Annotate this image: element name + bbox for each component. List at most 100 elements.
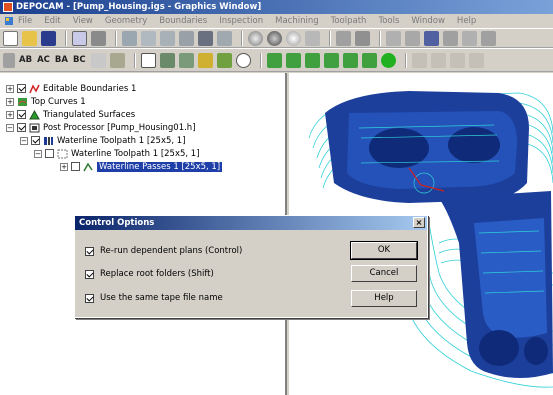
menu-window[interactable]: Window xyxy=(411,16,445,26)
main-toolbar xyxy=(0,28,553,48)
collapse-icon[interactable]: − xyxy=(20,136,28,145)
menu-boundaries[interactable]: Boundaries xyxy=(159,16,207,26)
print-icon[interactable] xyxy=(91,30,106,46)
wall-tool-icon[interactable] xyxy=(141,30,156,46)
pass-2-icon[interactable] xyxy=(285,52,301,68)
expand-icon[interactable]: + xyxy=(6,84,14,93)
menu-file[interactable]: File xyxy=(18,16,32,26)
visibility-checkbox[interactable] xyxy=(17,110,26,119)
close-icon[interactable]: × xyxy=(413,217,425,228)
new-file-icon[interactable] xyxy=(3,30,18,46)
option-rerun-dependent[interactable]: Re-run dependent plans (Control) xyxy=(85,246,242,256)
pass-3-icon[interactable] xyxy=(304,52,320,68)
stack-tool-icon[interactable] xyxy=(217,30,232,46)
curves-icon xyxy=(18,97,27,106)
ruler-icon[interactable] xyxy=(305,30,320,46)
tree-item-top-curves[interactable]: + Top Curves 1 xyxy=(6,95,86,108)
collapse-icon[interactable]: − xyxy=(6,123,14,132)
corner-tool-icon[interactable] xyxy=(160,30,175,46)
sphere-gray-icon[interactable] xyxy=(248,30,263,46)
menu-view[interactable]: View xyxy=(73,16,93,26)
sort-icon[interactable] xyxy=(3,52,15,68)
pass-5-icon[interactable] xyxy=(342,52,358,68)
menu-tools[interactable]: Tools xyxy=(378,16,399,26)
view-side-icon[interactable] xyxy=(443,30,458,46)
toolpath-icon xyxy=(44,136,53,145)
wand-icon[interactable] xyxy=(109,52,125,68)
visibility-checkbox[interactable] xyxy=(31,136,40,145)
view-grid-icon[interactable] xyxy=(386,30,401,46)
view-iso-icon[interactable] xyxy=(424,30,439,46)
option-replace-root[interactable]: Replace root folders (Shift) xyxy=(85,269,214,279)
tree-item-waterline-toolpath[interactable]: − Waterline Toolpath 1 [25x5, 1] xyxy=(20,134,186,147)
option-label: Re-run dependent plans (Control) xyxy=(100,246,243,256)
tree-item-triangulated-surfaces[interactable]: + Triangulated Surfaces xyxy=(6,108,135,121)
ac-button[interactable]: AC xyxy=(37,55,50,65)
boundary-icon xyxy=(29,83,40,93)
gem-icon[interactable] xyxy=(380,52,396,68)
post-icon[interactable] xyxy=(336,30,351,46)
expand-icon[interactable]: + xyxy=(60,162,68,171)
menu-bar: File Edit View Geometry Boundaries Inspe… xyxy=(0,14,553,28)
ok-button[interactable]: OK xyxy=(350,241,418,260)
visibility-checkbox[interactable] xyxy=(71,162,80,171)
help-button[interactable]: Help xyxy=(351,290,417,307)
window-icon[interactable] xyxy=(140,52,156,68)
sphere-light-icon[interactable] xyxy=(286,30,301,46)
toolpath-b-icon[interactable] xyxy=(178,52,194,68)
menu-edit[interactable]: Edit xyxy=(44,16,60,26)
ab-button[interactable]: AB xyxy=(19,55,32,65)
pass-1-icon[interactable] xyxy=(266,52,282,68)
tree-item-waterline-passes[interactable]: + Waterline Passes 1 [25x5, 1] xyxy=(60,160,223,173)
window-title: DEPOCAM - [Pump_Housing.igs - Graphics W… xyxy=(16,2,262,12)
dialog-title-bar: Control Options × xyxy=(75,216,427,230)
pass-6-icon[interactable] xyxy=(361,52,377,68)
sphere-dark-icon[interactable] xyxy=(267,30,282,46)
visibility-checkbox[interactable] xyxy=(17,84,26,93)
open-folder-icon[interactable] xyxy=(22,30,37,46)
tree-item-post-processor[interactable]: − Post Processor [Pump_Housing01.h] xyxy=(6,121,196,134)
view-top-icon[interactable] xyxy=(462,30,477,46)
option-same-tape[interactable]: Use the same tape file name xyxy=(85,293,223,303)
disabled-a-icon[interactable] xyxy=(411,52,427,68)
pen-icon[interactable] xyxy=(355,30,370,46)
toolpath-d-icon[interactable] xyxy=(216,52,232,68)
disabled-d-icon[interactable] xyxy=(468,52,484,68)
visibility-checkbox[interactable] xyxy=(17,123,26,132)
expand-icon[interactable]: + xyxy=(6,110,14,119)
pass-4-icon[interactable] xyxy=(323,52,339,68)
menu-toolpath[interactable]: Toolpath xyxy=(331,16,367,26)
replace-root-checkbox[interactable] xyxy=(85,269,94,279)
option-label: Use the same tape file name xyxy=(100,293,223,303)
menu-inspection[interactable]: Inspection xyxy=(219,16,263,26)
visibility-checkbox[interactable] xyxy=(45,149,54,158)
tree-item-editable-boundaries[interactable]: + Editable Boundaries 1 xyxy=(6,82,136,95)
toolpath-c-icon[interactable] xyxy=(197,52,213,68)
disabled-c-icon[interactable] xyxy=(449,52,465,68)
step-tool-icon[interactable] xyxy=(179,30,194,46)
cancel-button[interactable]: Cancel xyxy=(351,265,417,282)
copy-icon[interactable] xyxy=(72,30,87,46)
disabled-b-icon[interactable] xyxy=(430,52,446,68)
ba-button[interactable]: BA xyxy=(55,55,68,65)
toolpath-a-icon[interactable] xyxy=(159,52,175,68)
bc-button[interactable]: BC xyxy=(73,55,86,65)
circle-icon[interactable] xyxy=(235,52,251,68)
view-front-icon[interactable] xyxy=(481,30,496,46)
collapse-icon[interactable]: − xyxy=(34,149,42,158)
save-icon[interactable] xyxy=(41,30,56,46)
menu-geometry[interactable]: Geometry xyxy=(105,16,147,26)
window-title-bar: DEPOCAM - [Pump_Housing.igs - Graphics W… xyxy=(0,0,553,14)
post-processor-icon xyxy=(29,123,40,132)
rerun-dependent-checkbox[interactable] xyxy=(85,246,94,256)
menu-help[interactable]: Help xyxy=(457,16,476,26)
menu-machining[interactable]: Machining xyxy=(275,16,319,26)
tree-item-waterline-toolpath-child[interactable]: − Waterline Toolpath 1 [25x5, 1] xyxy=(34,147,200,160)
percent-icon[interactable] xyxy=(90,52,106,68)
expand-icon[interactable]: + xyxy=(6,97,14,106)
boundary-tool-icon[interactable] xyxy=(122,30,137,46)
app-icon xyxy=(3,2,13,12)
view-list-icon[interactable] xyxy=(405,30,420,46)
block-tool-icon[interactable] xyxy=(198,30,213,46)
same-tape-checkbox[interactable] xyxy=(85,293,94,303)
